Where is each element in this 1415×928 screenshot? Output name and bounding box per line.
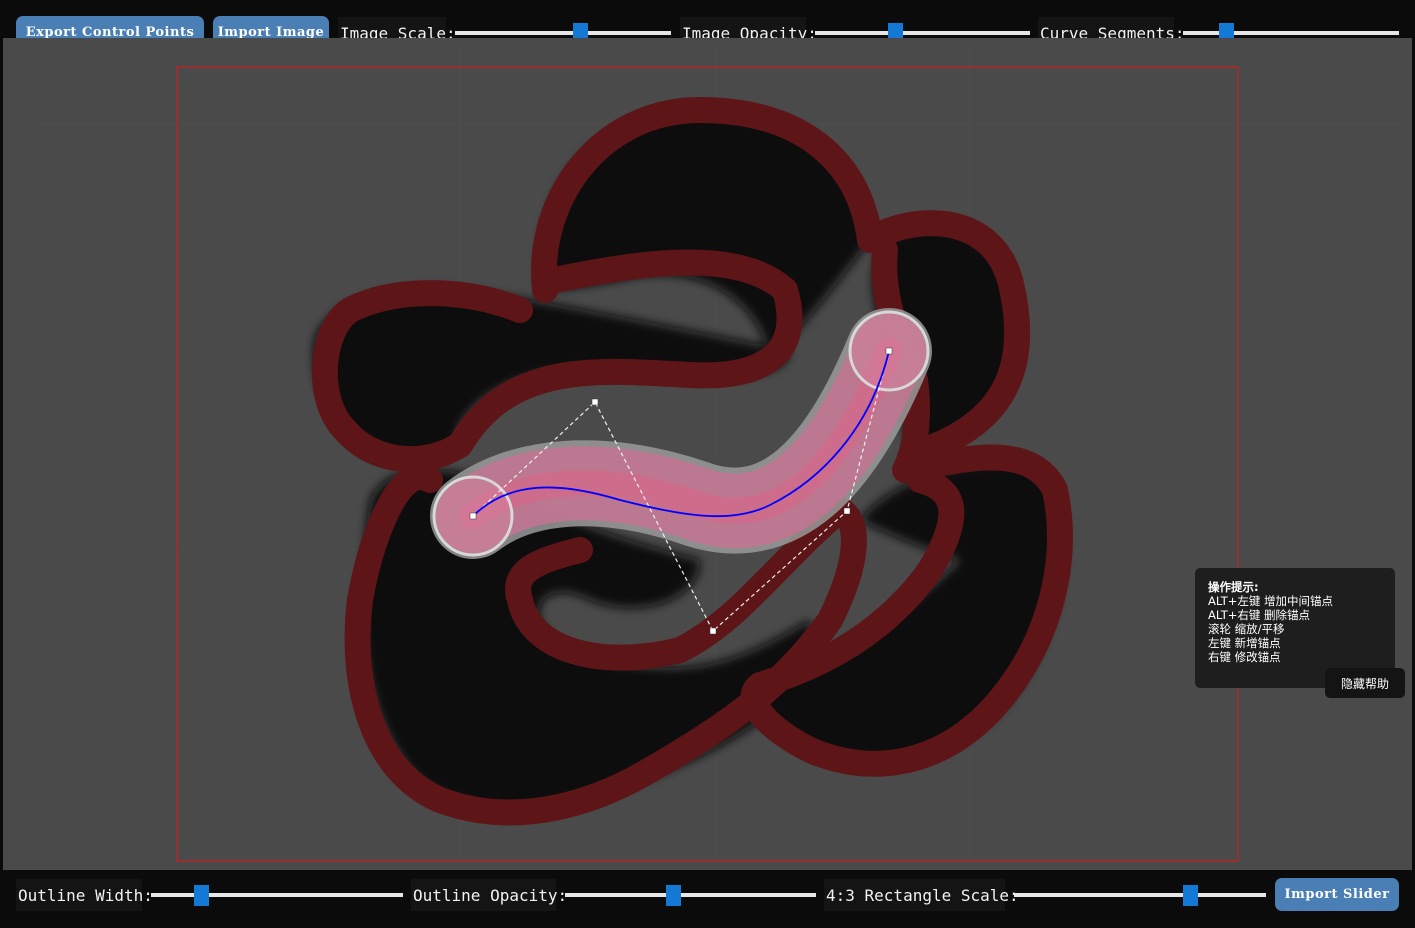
outline-width-label: Outline Width: bbox=[16, 879, 153, 911]
help-title: 操作提示: bbox=[1208, 580, 1259, 594]
anchor-point[interactable] bbox=[469, 512, 477, 520]
help-line: ALT+左键 增加中间锚点 bbox=[1208, 594, 1334, 608]
slider-track bbox=[151, 893, 403, 897]
slider-track bbox=[455, 31, 671, 35]
help-line: 滚轮 缩放/平移 bbox=[1208, 622, 1285, 636]
outline-opacity-slider[interactable] bbox=[565, 879, 816, 911]
slider-track bbox=[1183, 31, 1399, 35]
rect-scale-slider[interactable] bbox=[1014, 879, 1266, 911]
scene-svg[interactable] bbox=[3, 38, 1412, 870]
rect-scale-label: 4:3 Rectangle Scale: bbox=[824, 879, 1019, 911]
outline-opacity-label: Outline Opacity: bbox=[411, 879, 567, 911]
help-line: 左键 新增锚点 bbox=[1208, 636, 1281, 650]
anchor-point[interactable] bbox=[843, 507, 851, 515]
anchor-point[interactable] bbox=[709, 627, 717, 635]
anchor-point[interactable] bbox=[591, 398, 599, 406]
slider-thumb[interactable] bbox=[194, 885, 210, 906]
help-line: ALT+右键 删除锚点 bbox=[1208, 608, 1311, 622]
slider-track bbox=[565, 893, 816, 897]
import-slider-button[interactable]: Import Slider bbox=[1275, 878, 1399, 911]
slider-track bbox=[815, 31, 1030, 35]
editor-canvas[interactable] bbox=[3, 38, 1412, 870]
hide-help-button[interactable]: 隐藏帮助 bbox=[1325, 668, 1405, 698]
slider-thumb[interactable] bbox=[665, 885, 681, 906]
anchor-point[interactable] bbox=[885, 347, 893, 355]
help-line: 右键 修改锚点 bbox=[1208, 650, 1281, 664]
slider-thumb[interactable] bbox=[1183, 885, 1199, 906]
outline-width-slider[interactable] bbox=[151, 879, 403, 911]
slider-track bbox=[1014, 893, 1266, 897]
